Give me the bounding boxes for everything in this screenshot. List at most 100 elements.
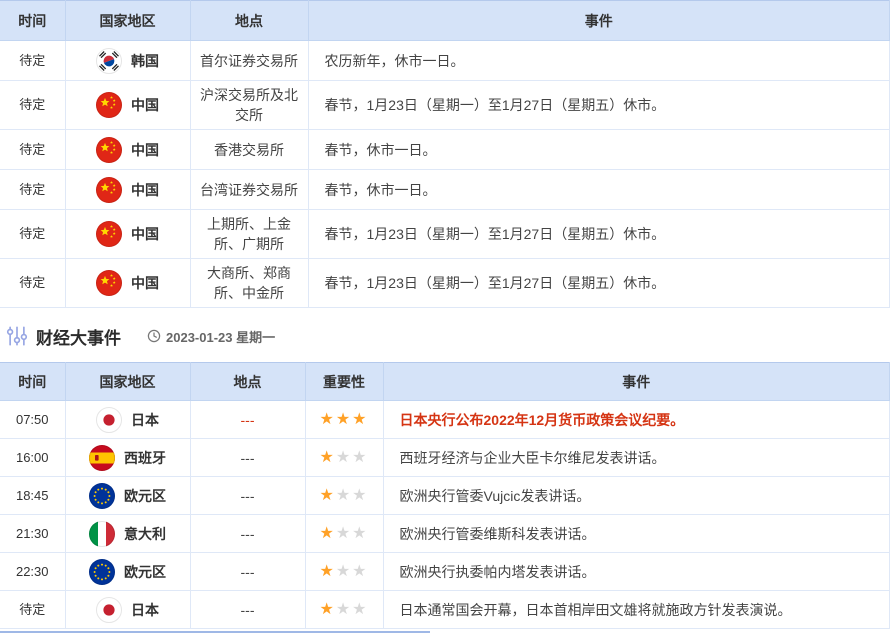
location-cell: --- <box>190 401 305 439</box>
event-cell: 欧洲央行管委维斯科发表讲话。 <box>383 515 890 553</box>
column-header-country: 国家地区 <box>65 363 190 401</box>
flag-cn-icon <box>96 92 122 118</box>
country-cell: 韩国 <box>65 41 190 81</box>
column-header-event: 事件 <box>308 1 890 41</box>
flag-cn-icon <box>96 270 122 296</box>
importance-cell: ★★★ <box>305 591 383 629</box>
column-header-importance: 重要性 <box>305 363 383 401</box>
table-header-row: 时间 国家地区 地点 重要性 事件 <box>0 363 890 401</box>
event-cell: 农历新年，休市一日。 <box>308 41 890 81</box>
location-cell: 香港交易所 <box>190 130 308 170</box>
time-cell: 21:30 <box>0 515 65 553</box>
location-cell: 台湾证券交易所 <box>190 170 308 210</box>
importance-cell: ★★★ <box>305 515 383 553</box>
table-row[interactable]: 22:30欧元区---★★★欧洲央行执委帕内塔发表讲话。 <box>0 553 890 591</box>
country-cell: 中国 <box>65 170 190 210</box>
importance-cell: ★★★ <box>305 439 383 477</box>
flag-eu-icon <box>89 559 115 585</box>
flag-es-icon <box>89 445 115 471</box>
flag-kr-icon <box>96 48 122 74</box>
location-cell: --- <box>190 515 305 553</box>
column-header-country: 国家地区 <box>65 1 190 41</box>
star-icon: ★ <box>319 487 335 504</box>
event-cell: 日本央行公布2022年12月货币政策会议纪要。 <box>383 401 890 439</box>
country-cell: 日本 <box>65 591 190 629</box>
flag-cn-icon <box>96 221 122 247</box>
country-name: 日本 <box>131 600 159 620</box>
column-header-location: 地点 <box>190 1 308 41</box>
time-cell: 待定 <box>0 591 65 629</box>
column-header-time: 时间 <box>0 1 65 41</box>
country-cell: 中国 <box>65 259 190 308</box>
event-cell: 春节，1月23日（星期一）至1月27日（星期五）休市。 <box>308 259 890 308</box>
table-row[interactable]: 待定 韩国 首尔证券交易所农历新年，休市一日。 <box>0 41 890 81</box>
time-cell: 22:30 <box>0 553 65 591</box>
table-row[interactable]: 07:50日本---★★★日本央行公布2022年12月货币政策会议纪要。 <box>0 401 890 439</box>
financial-events-table: 时间 国家地区 地点 重要性 事件 07:50日本---★★★日本央行公布202… <box>0 362 890 629</box>
star-icon: ★ <box>319 449 335 466</box>
section-title: 财经大事件 <box>36 324 121 349</box>
star-icon: ★ <box>336 601 352 618</box>
time-cell: 待定 <box>0 130 65 170</box>
country-name: 中国 <box>131 224 159 244</box>
sliders-icon <box>6 325 28 347</box>
table-row[interactable]: 待定 中国 台湾证券交易所春节，休市一日。 <box>0 170 890 210</box>
star-icon: ★ <box>352 601 368 618</box>
flag-it-icon <box>89 521 115 547</box>
time-cell: 待定 <box>0 81 65 130</box>
section-date-text: 2023-01-23 星期一 <box>166 327 275 346</box>
country-name: 韩国 <box>131 51 159 71</box>
event-cell: 日本通常国会开幕，日本首相岸田文雄将就施政方针发表演说。 <box>383 591 890 629</box>
flag-eu-icon <box>89 483 115 509</box>
star-icon: ★ <box>319 411 335 428</box>
importance-stars: ★★★ <box>319 563 368 579</box>
country-cell: 日本 <box>65 401 190 439</box>
table-row[interactable]: 18:45欧元区---★★★欧洲央行管委Vujcic发表讲话。 <box>0 477 890 515</box>
country-cell: 中国 <box>65 130 190 170</box>
star-icon: ★ <box>352 563 368 580</box>
flag-jp-icon <box>96 597 122 623</box>
flag-cn-icon <box>96 177 122 203</box>
star-icon: ★ <box>352 411 368 428</box>
time-cell: 待定 <box>0 41 65 81</box>
importance-cell: ★★★ <box>305 477 383 515</box>
event-cell: 西班牙经济与企业大臣卡尔维尼发表讲话。 <box>383 439 890 477</box>
country-name: 日本 <box>131 410 159 430</box>
importance-cell: ★★★ <box>305 401 383 439</box>
star-icon: ★ <box>336 487 352 504</box>
table-row[interactable]: 待定中国沪深交易所及北交所春节，1月23日（星期一）至1月27日（星期五）休市。 <box>0 81 890 130</box>
flag-cn-icon <box>96 137 122 163</box>
star-icon: ★ <box>336 563 352 580</box>
clock-icon <box>147 329 161 343</box>
table-row[interactable]: 待定中国上期所、上金所、广期所春节，1月23日（星期一）至1月27日（星期五）休… <box>0 210 890 259</box>
importance-stars: ★★★ <box>319 411 368 427</box>
country-name: 中国 <box>131 273 159 293</box>
importance-stars: ★★★ <box>319 525 368 541</box>
country-cell: 中国 <box>65 210 190 259</box>
country-cell: 西班牙 <box>65 439 190 477</box>
table-row[interactable]: 21:30意大利--- ★★★ 欧洲央行管委维斯科发表讲话。 <box>0 515 890 553</box>
table-row[interactable]: 16:00西班牙---★★★西班牙经济与企业大臣卡尔维尼发表讲话。 <box>0 439 890 477</box>
event-cell: 春节，休市一日。 <box>308 130 890 170</box>
time-cell: 18:45 <box>0 477 65 515</box>
country-name: 中国 <box>131 95 159 115</box>
table-row[interactable]: 待定中国香港交易所春节，休市一日。 <box>0 130 890 170</box>
time-cell: 07:50 <box>0 401 65 439</box>
table-row[interactable]: 待定 日本 ---★★★日本通常国会开幕，日本首相岸田文雄将就施政方针发表演说。 <box>0 591 890 629</box>
country-cell: 意大利 <box>65 515 190 553</box>
time-cell: 待定 <box>0 170 65 210</box>
section-date: 2023-01-23 星期一 <box>147 327 275 346</box>
table-row[interactable]: 待定中国大商所、郑商所、中金所春节，1月23日（星期一）至1月27日（星期五）休… <box>0 259 890 308</box>
event-cell: 欧洲央行执委帕内塔发表讲话。 <box>383 553 890 591</box>
location-cell: --- <box>190 591 305 629</box>
table-header-row: 时间 国家地区 地点 事件 <box>0 1 890 41</box>
event-cell: 春节，休市一日。 <box>308 170 890 210</box>
importance-cell: ★★★ <box>305 553 383 591</box>
location-cell: 首尔证券交易所 <box>190 41 308 81</box>
event-cell: 春节，1月23日（星期一）至1月27日（星期五）休市。 <box>308 81 890 130</box>
country-name: 中国 <box>131 180 159 200</box>
column-header-location: 地点 <box>190 363 305 401</box>
flag-jp-icon <box>96 407 122 433</box>
event-cell: 春节，1月23日（星期一）至1月27日（星期五）休市。 <box>308 210 890 259</box>
importance-stars: ★★★ <box>319 449 368 465</box>
